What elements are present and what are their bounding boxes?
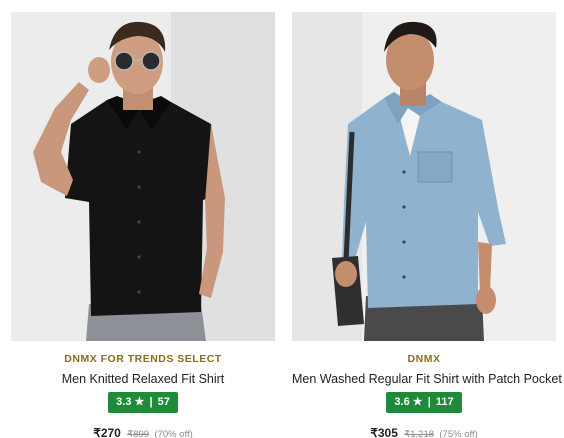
price-line: ₹305 ₹1,218 (75% off)	[292, 425, 556, 438]
offer-price: ₹305	[370, 426, 398, 438]
star-icon: ★	[412, 396, 423, 408]
original-price: ₹899	[127, 429, 150, 438]
rating-value: 3.3	[116, 396, 132, 408]
rating-value: 3.6	[394, 396, 410, 408]
product-image[interactable]	[292, 12, 556, 341]
product-title[interactable]: Men Knitted Relaxed Fit Shirt	[11, 371, 275, 387]
product-image[interactable]	[11, 12, 275, 341]
review-count: 117	[435, 396, 454, 408]
product-title[interactable]: Men Washed Regular Fit Shirt with Patch …	[292, 371, 562, 387]
product-card[interactable]: DNMX FOR TRENDS SELECT Men Knitted Relax…	[11, 12, 275, 438]
discount-label: (75% off)	[439, 429, 478, 438]
rating-separator: |	[427, 396, 431, 408]
rating-badge: 3.3 ★ | 57	[108, 392, 178, 413]
product-brand: DNMX	[407, 353, 441, 365]
discount-label: (70% off)	[154, 429, 193, 438]
product-photo-denim-shirt	[292, 12, 556, 341]
product-brand: DNMX FOR TRENDS SELECT	[64, 353, 222, 365]
original-price: ₹1,218	[404, 429, 435, 438]
product-card[interactable]: DNMX Men Washed Regular Fit Shirt with P…	[292, 12, 562, 438]
offer-price: ₹270	[93, 426, 121, 438]
price-line: ₹270 ₹899 (70% off)	[11, 425, 275, 438]
product-grid: DNMX FOR TRENDS SELECT Men Knitted Relax…	[0, 0, 564, 438]
product-photo-black-shirt	[11, 12, 275, 341]
star-icon: ★	[134, 396, 145, 408]
review-count: 57	[157, 396, 170, 408]
rating-separator: |	[149, 396, 153, 408]
rating-badge: 3.6 ★ | 117	[386, 392, 462, 413]
